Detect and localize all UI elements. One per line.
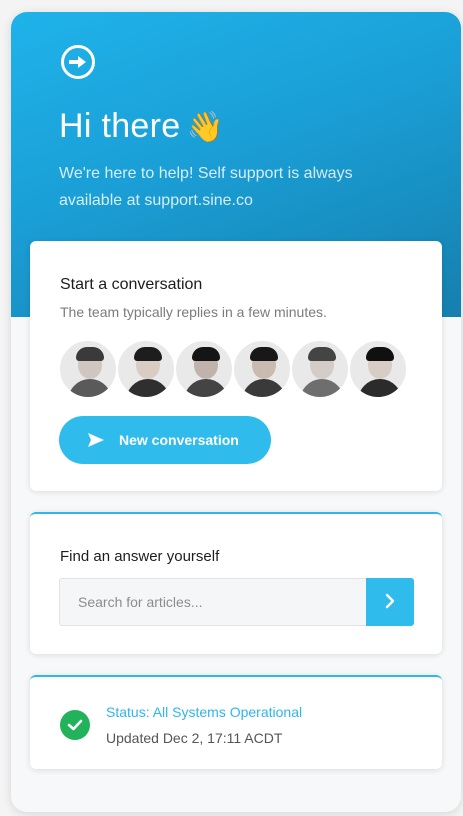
new-conversation-label: New conversation bbox=[119, 432, 239, 448]
team-member-avatar bbox=[116, 339, 176, 399]
support-widget: Hi there 👋 We're here to help! Self suppo… bbox=[11, 12, 461, 812]
new-conversation-button[interactable]: New conversation bbox=[59, 416, 271, 464]
find-answer-card: Find an answer yourself bbox=[30, 512, 442, 654]
start-conversation-title: Start a conversation bbox=[60, 276, 203, 293]
status-card: Status: All Systems Operational Updated … bbox=[30, 675, 442, 769]
find-answer-title: Find an answer yourself bbox=[60, 548, 220, 565]
team-member-avatar bbox=[348, 339, 408, 399]
status-updated-text: Updated Dec 2, 17:11 ACDT bbox=[106, 730, 283, 746]
search-bar bbox=[59, 578, 414, 626]
team-member-avatar bbox=[174, 339, 234, 399]
search-submit-button[interactable] bbox=[366, 578, 414, 626]
team-member-avatar bbox=[58, 339, 118, 399]
intro-text: We're here to help! Self support is alwa… bbox=[59, 165, 353, 209]
reply-time-text: The team typically replies in a few minu… bbox=[60, 304, 327, 320]
wave-icon: 👋 bbox=[186, 111, 225, 144]
arrow-circle-icon bbox=[61, 45, 95, 79]
send-icon bbox=[87, 432, 105, 448]
team-member-avatar bbox=[290, 339, 350, 399]
greeting-text: Hi there bbox=[59, 107, 181, 145]
team-member-avatar bbox=[232, 339, 292, 399]
chevron-right-icon bbox=[385, 593, 395, 612]
start-conversation-card: Start a conversation The team typically … bbox=[30, 241, 442, 491]
greeting-heading: Hi there 👋 bbox=[59, 107, 224, 146]
status-link[interactable]: Status: All Systems Operational bbox=[106, 704, 302, 720]
team-avatars bbox=[58, 339, 408, 399]
check-circle-icon bbox=[60, 710, 90, 740]
search-input[interactable] bbox=[59, 578, 366, 626]
